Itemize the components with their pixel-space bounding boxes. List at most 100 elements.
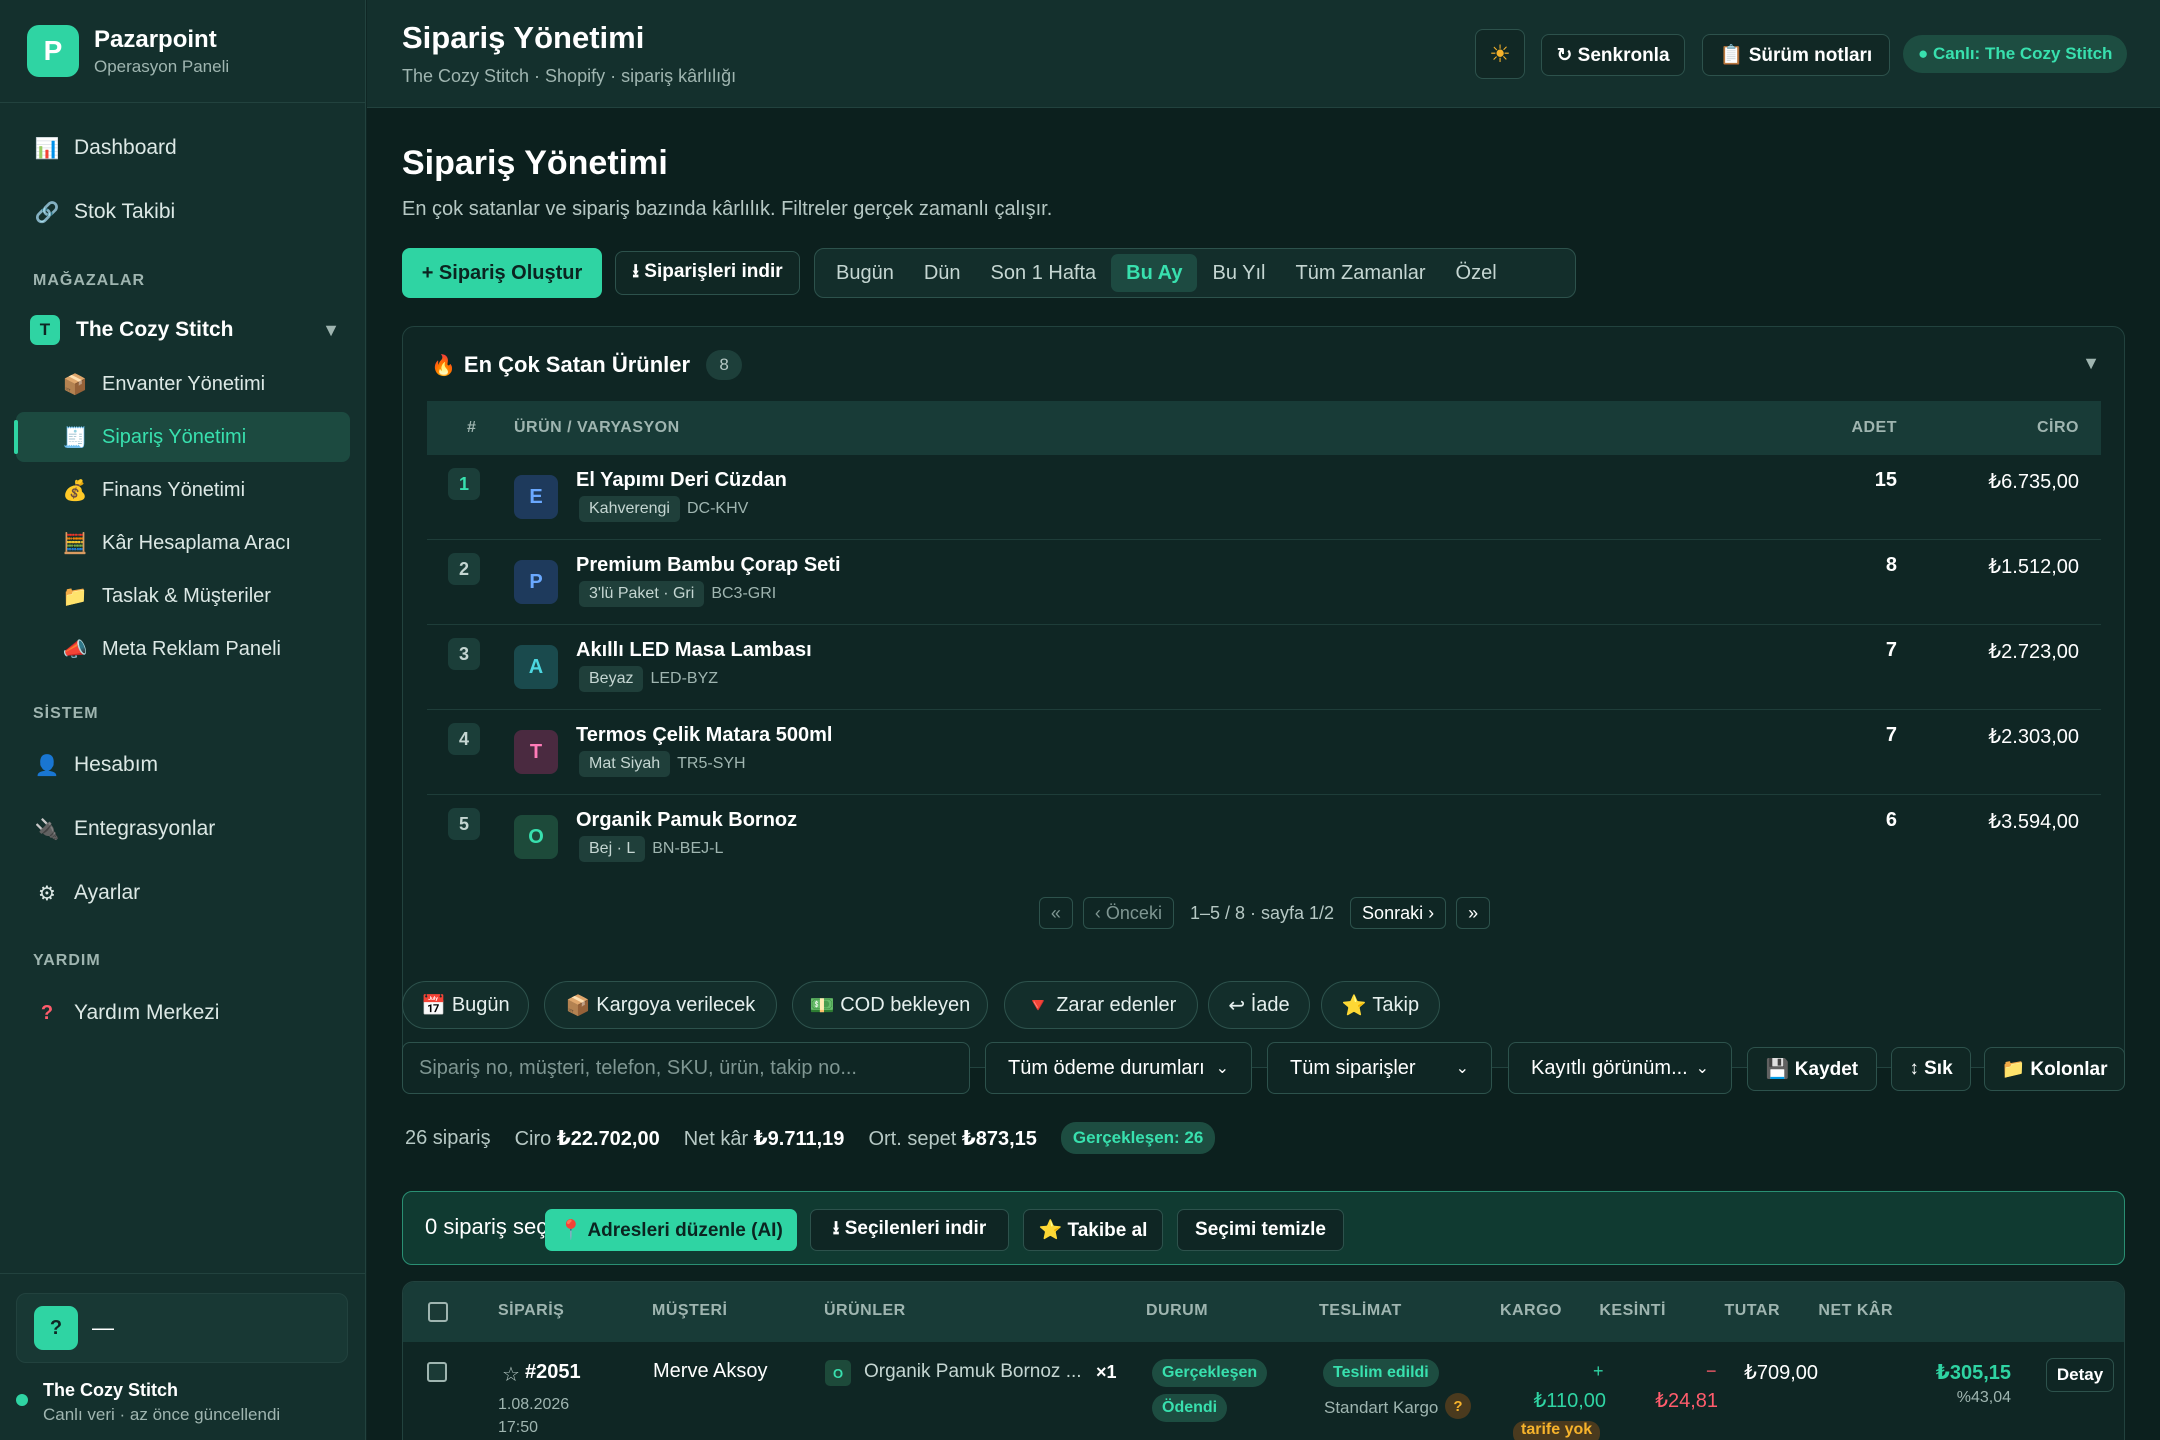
money-bag-icon: 💰 xyxy=(62,479,88,502)
delivery-badge: Teslim edildi xyxy=(1323,1359,1439,1387)
order-date: 1.08.2026 xyxy=(498,1396,570,1413)
sidebar-item-profit-calculator[interactable]: 🧮 Kâr Hesaplama Aracı xyxy=(16,518,350,568)
receipt-icon: 🧾 xyxy=(62,426,88,449)
sku: LED-BYZ xyxy=(650,670,719,687)
sidebar-item-integrations[interactable]: 🔌 Entegrasyonlar xyxy=(16,804,350,854)
previous-page-button[interactable]: ‹ Önceki xyxy=(1082,897,1174,929)
customer-name: Merve Aksoy xyxy=(653,1360,768,1382)
rank-badge: 2 xyxy=(448,553,480,585)
filter-chip-losing[interactable]: 🔻 Zarar edenler xyxy=(1004,981,1198,1029)
chevron-down-icon[interactable]: ▼ xyxy=(322,320,340,341)
sidebar-item-account[interactable]: 👤 Hesabım xyxy=(16,740,350,790)
sidebar-item-dashboard[interactable]: 📊 Dashboard xyxy=(16,123,350,173)
chip-label: Bugün xyxy=(451,993,510,1016)
col-products: ÜRÜNLER xyxy=(824,1302,906,1319)
date-range-selector: Bugün Dün Son 1 Hafta Bu Ay Bu Yıl Tüm Z… xyxy=(814,248,1576,298)
sidebar-item-orders[interactable]: 🧾 Sipariş Yönetimi xyxy=(14,412,350,462)
order-total: ₺709,00 xyxy=(1744,1362,1818,1384)
row-checkbox[interactable] xyxy=(427,1362,447,1382)
sidebar-item-label: Kâr Hesaplama Aracı xyxy=(102,531,291,554)
sync-button[interactable]: ↻ Senkronla xyxy=(1541,34,1685,76)
follow-button[interactable]: ⭐ Takibe al xyxy=(1023,1209,1163,1251)
filter-chip-to-ship[interactable]: 📦 Kargoya verilecek xyxy=(544,981,777,1029)
sidebar-item-help-center[interactable]: ? Yardım Merkezi xyxy=(16,988,350,1038)
return-icon: ↩ xyxy=(1228,994,1246,1017)
top-products-header[interactable]: 🔥 En Çok Satan Ürünler 8 xyxy=(431,350,743,380)
range-all-time[interactable]: Tüm Zamanlar xyxy=(1280,254,1440,292)
rank-badge: 3 xyxy=(448,638,480,670)
payment-status-select[interactable]: Tüm ödeme durumları ⌄ xyxy=(985,1042,1252,1094)
table-row[interactable]: 2 P Premium Bambu Çorap Seti 3'lü Paket … xyxy=(427,540,2101,625)
sidebar-item-label: Envanter Yönetimi xyxy=(102,372,266,395)
cash-icon: 💵 xyxy=(809,994,835,1017)
first-page-button[interactable]: « xyxy=(1038,897,1073,929)
chip-label: Takip xyxy=(1372,993,1420,1016)
chevron-down-icon: ⌄ xyxy=(1695,1060,1709,1077)
table-row[interactable]: 3 A Akıllı LED Masa Lambası Beyaz LED-BY… xyxy=(427,625,2101,710)
sidebar-item-stock[interactable]: 🔗 Stok Takibi xyxy=(16,187,350,237)
page-heading: Sipariş Yönetimi xyxy=(402,144,668,182)
main-content: Sipariş Yönetimi En çok satanlar ve sipa… xyxy=(367,108,2160,1440)
sidebar-item-inventory[interactable]: 📦 Envanter Yönetimi xyxy=(16,359,350,409)
sidebar-item-label: Meta Reklam Paneli xyxy=(102,637,281,660)
sidebar-item-settings[interactable]: ⚙ Ayarlar xyxy=(16,868,350,918)
deduction-amount: ₺24,81 xyxy=(1655,1390,1718,1412)
select-all-checkbox[interactable] xyxy=(428,1302,448,1322)
sidebar-item-finance[interactable]: 💰 Finans Yönetimi xyxy=(16,465,350,515)
saved-view-select[interactable]: Kayıtlı görünüm... ⌄ xyxy=(1508,1042,1732,1094)
density-button[interactable]: ↕ Sık xyxy=(1891,1047,1971,1091)
sidebar-item-label: Hesabım xyxy=(74,753,159,776)
filter-chip-return[interactable]: ↩ İade xyxy=(1208,981,1310,1029)
select-value: Tüm siparişler xyxy=(1290,1056,1416,1079)
search-input[interactable] xyxy=(402,1042,970,1094)
download-selected-button[interactable]: ⭳ Seçilenleri indir xyxy=(810,1209,1009,1251)
range-this-month[interactable]: Bu Ay xyxy=(1111,254,1198,292)
tariff-badge: tarife yok xyxy=(1513,1421,1601,1440)
sidebar-item-meta-ads[interactable]: 📣 Meta Reklam Paneli xyxy=(16,624,350,674)
table-row[interactable]: 5 O Organik Pamuk Bornoz Bej · L BN-BEJ-… xyxy=(427,795,2101,880)
clear-selection-button[interactable]: Seçimi temizle xyxy=(1177,1209,1344,1251)
ai-edit-addresses-button[interactable]: 📍 Adresleri düzenle (AI) xyxy=(545,1209,797,1251)
brand[interactable]: P Pazarpoint Operasyon Paneli xyxy=(0,0,365,103)
sidebar-footer: ? — The Cozy Stitch Canlı veri · az önce… xyxy=(0,1273,366,1440)
footer-live-note: Canlı veri · az önce güncellendi xyxy=(43,1405,281,1424)
filter-chip-follow[interactable]: ⭐ Takip xyxy=(1321,981,1440,1029)
table-row[interactable]: 1 E El Yapımı Deri Cüzdan Kahverengi DC-… xyxy=(427,455,2101,540)
product-name: El Yapımı Deri Cüzdan xyxy=(576,469,787,491)
sidebar: P Pazarpoint Operasyon Paneli 📊 Dashboar… xyxy=(0,0,366,1440)
theme-toggle-sun-icon[interactable]: ☀ xyxy=(1475,29,1525,79)
footer-store-name: The Cozy Stitch xyxy=(43,1380,179,1400)
selection-count: 0 sipariş seçili xyxy=(425,1214,562,1239)
create-order-button[interactable]: + Sipariş Oluştur xyxy=(402,248,602,298)
release-notes-button[interactable]: 📋 Sürüm notları xyxy=(1702,34,1890,76)
range-this-year[interactable]: Bu Yıl xyxy=(1197,254,1280,292)
download-orders-button[interactable]: ⭳ Siparişleri indir xyxy=(615,251,800,295)
help-icon[interactable]: ? xyxy=(1445,1393,1471,1419)
col-customer: MÜŞTERİ xyxy=(652,1302,728,1319)
sidebar-item-drafts-customers[interactable]: 📁 Taslak & Müşteriler xyxy=(16,571,350,621)
orders-select[interactable]: Tüm siparişler ⌄ xyxy=(1267,1042,1492,1094)
table-row[interactable]: 4 T Termos Çelik Matara 500ml Mat Siyah … xyxy=(427,710,2101,795)
save-view-button[interactable]: 💾 Kaydet xyxy=(1747,1047,1877,1091)
revenue-stat: Ciro ₺22.702,00 xyxy=(514,1127,660,1150)
range-last-week[interactable]: Son 1 Hafta xyxy=(976,254,1112,292)
follow-star-icon[interactable]: ☆ xyxy=(502,1362,520,1387)
avg-basket-stat: Ort. sepet ₺873,15 xyxy=(868,1127,1037,1150)
detail-button[interactable]: Detay xyxy=(2046,1358,2114,1392)
store-selector[interactable]: T The Cozy Stitch ▼ xyxy=(30,313,340,347)
range-custom[interactable]: Özel xyxy=(1441,254,1512,292)
order-number[interactable]: #2051 xyxy=(525,1361,581,1384)
pagination-info: 1–5 / 8 · sayfa 1/2 xyxy=(1189,902,1335,923)
range-yesterday[interactable]: Dün xyxy=(909,254,976,292)
product-avatar: O xyxy=(514,815,558,859)
filter-chip-cod-pending[interactable]: 💵 COD bekleyen xyxy=(792,981,988,1029)
filter-chip-today[interactable]: 📅 Bugün xyxy=(402,981,529,1029)
next-page-button[interactable]: Sonraki › xyxy=(1350,897,1447,929)
columns-button[interactable]: 📁 Kolonlar xyxy=(1984,1047,2125,1091)
last-page-button[interactable]: » xyxy=(1456,897,1491,929)
status-badge[interactable]: Gerçekleşen: 26 xyxy=(1060,1122,1216,1154)
collapse-chevron-icon[interactable]: ▼ xyxy=(2082,353,2100,374)
product-summary: Organik Pamuk Bornoz ... xyxy=(864,1361,1082,1382)
user-menu[interactable]: ? — xyxy=(16,1293,348,1363)
range-today[interactable]: Bugün xyxy=(821,254,909,292)
